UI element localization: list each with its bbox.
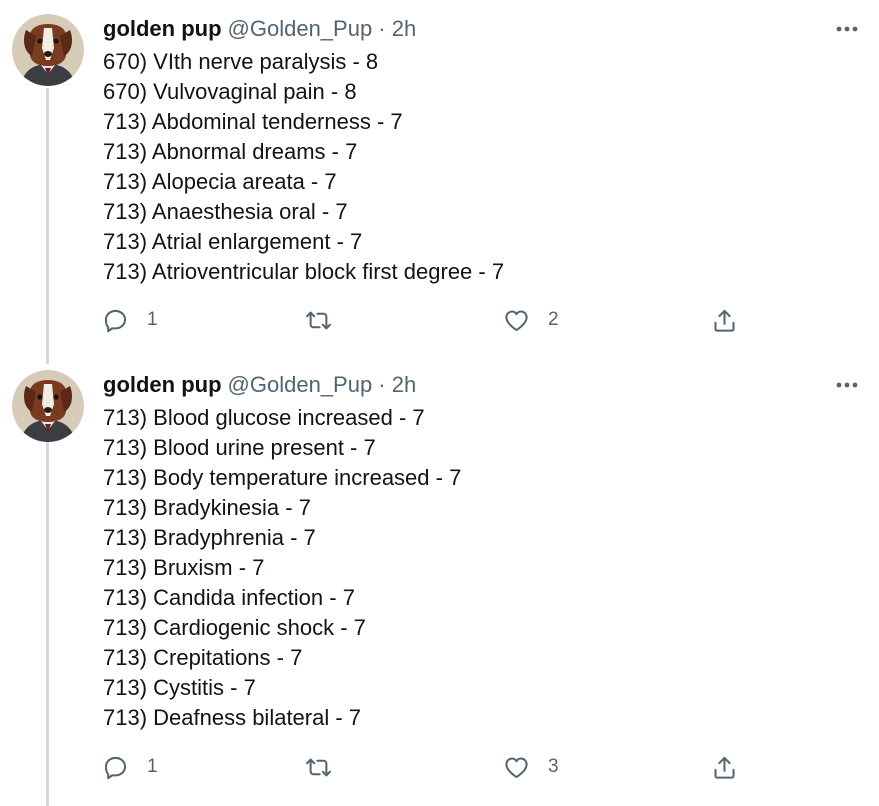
tweet-text-line: 713) Bradyphrenia - 7 <box>103 525 316 550</box>
tweet-text-line: 713) Atrioventricular block first degree… <box>103 259 505 284</box>
handle-and-timestamp[interactable]: @Golden_Pup · 2h <box>228 372 417 398</box>
reply-button[interactable]: 1 <box>102 305 158 335</box>
share-icon <box>714 756 735 779</box>
retweet-icon <box>306 758 331 776</box>
tweet[interactable]: golden pup @Golden_Pup · 2h 670) VIth ne… <box>0 0 879 364</box>
more-options-icon <box>836 382 858 388</box>
like-button[interactable]: 2 <box>503 305 559 335</box>
tweet-text-line: 713) Blood urine present - 7 <box>103 435 376 460</box>
display-name[interactable]: golden pup <box>103 372 222 398</box>
tweet-text-line: 713) Crepitations - 7 <box>103 645 303 670</box>
avatar[interactable] <box>12 370 84 442</box>
heart-icon <box>505 756 528 778</box>
display-name[interactable]: golden pup <box>103 16 222 42</box>
dog-portrait-avatar-image <box>12 14 84 86</box>
tweet-text: 713) Blood glucose increased - 7 713) Bl… <box>103 403 461 733</box>
tweet-text-line: 713) Deafness bilateral - 7 <box>103 705 362 730</box>
reply-icon <box>104 756 127 779</box>
more-options-icon <box>836 26 858 32</box>
reply-count: 1 <box>147 309 158 330</box>
share-icon <box>714 309 735 332</box>
tweet-text-line: 713) Cardiogenic shock - 7 <box>103 615 366 640</box>
tweet-text-line: 713) Candida infection - 7 <box>103 585 355 610</box>
handle-and-timestamp[interactable]: @Golden_Pup · 2h <box>228 16 417 42</box>
tweet-text-line: 713) Body temperature increased - 7 <box>103 465 462 490</box>
reply-count: 1 <box>147 756 158 777</box>
dog-portrait-avatar-image <box>12 370 84 442</box>
tweet-actions-bar: 1 2 <box>0 305 879 335</box>
tweet-text-line: 713) Bradykinesia - 7 <box>103 495 311 520</box>
tweet-text-line: 713) Alopecia areata - 7 <box>103 169 337 194</box>
tweet-actions-bar: 1 3 <box>0 752 879 782</box>
more-options-button[interactable] <box>832 16 862 42</box>
more-options-button[interactable] <box>832 372 862 398</box>
reply-button[interactable]: 1 <box>102 752 158 782</box>
tweet-text-line: 713) Anaesthesia oral - 7 <box>103 199 348 224</box>
share-button[interactable] <box>711 752 738 782</box>
retweet-icon <box>306 311 331 329</box>
retweet-button[interactable] <box>305 752 350 782</box>
tweet-header: golden pup @Golden_Pup · 2h <box>103 370 416 400</box>
tweet-text: 670) VIth nerve paralysis - 8 670) Vulvo… <box>103 47 504 287</box>
heart-icon <box>505 309 528 331</box>
tweet-text-line: 713) Bruxism - 7 <box>103 555 265 580</box>
tweet-text-line: 670) Vulvovaginal pain - 8 <box>103 79 357 104</box>
retweet-button[interactable] <box>305 305 350 335</box>
reply-icon <box>104 309 127 332</box>
tweet-text-line: 713) Atrial enlargement - 7 <box>103 229 363 254</box>
tweet-text-line: 670) VIth nerve paralysis - 8 <box>103 49 379 74</box>
like-count: 2 <box>548 309 559 330</box>
like-button[interactable]: 3 <box>503 752 559 782</box>
avatar[interactable] <box>12 14 84 86</box>
tweet-text-line: 713) Blood glucose increased - 7 <box>103 405 425 430</box>
tweet[interactable]: golden pup @Golden_Pup · 2h 713) Blood g… <box>0 356 879 806</box>
tweet-text-line: 713) Abdominal tenderness - 7 <box>103 109 403 134</box>
tweet-text-line: 713) Abnormal dreams - 7 <box>103 139 358 164</box>
tweet-header: golden pup @Golden_Pup · 2h <box>103 14 416 44</box>
like-count: 3 <box>548 756 559 777</box>
tweet-text-line: 713) Cystitis - 7 <box>103 675 256 700</box>
share-button[interactable] <box>711 305 738 335</box>
